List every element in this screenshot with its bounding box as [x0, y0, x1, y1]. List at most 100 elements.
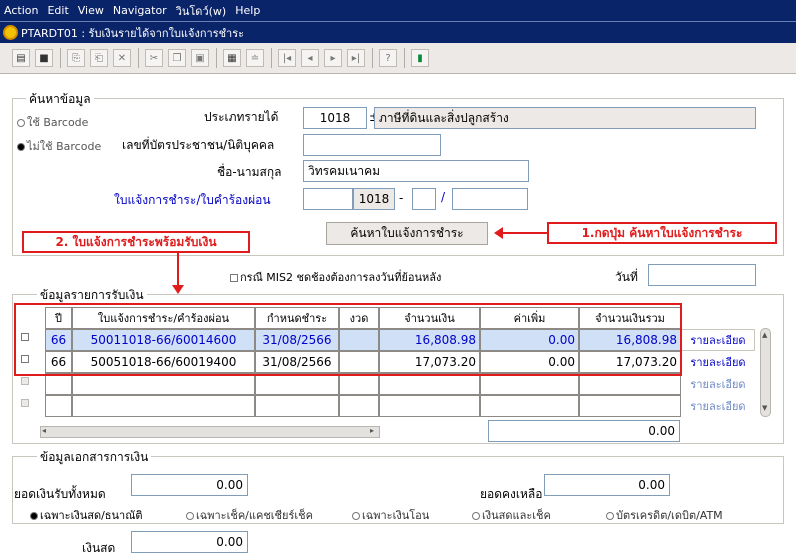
toolbar-separator [60, 48, 61, 68]
sum-total-field: 0.00 [488, 420, 680, 442]
radio-icon [472, 512, 480, 520]
mis2-checkbox[interactable]: กรณี MIS2 ชดช้องต้องการลงวันที่ย้อนหลัง [230, 268, 441, 286]
table-cell-due[interactable] [255, 395, 339, 417]
total-received-field: 0.00 [131, 474, 248, 496]
table-cell-total[interactable] [579, 373, 681, 395]
docs-legend: ข้อมูลเอกสารการเงิน [37, 448, 152, 467]
income-type-code-field[interactable]: 1018 [303, 107, 367, 129]
no-barcode-option[interactable]: ไม่ใช้ Barcode [17, 137, 101, 155]
next-record-icon[interactable]: ▸ [324, 49, 342, 67]
query-icon[interactable]: ▦ [223, 49, 241, 67]
table-cell-year[interactable] [45, 373, 72, 395]
scroll-left-icon[interactable]: ◂ [42, 426, 46, 435]
table-cell-due[interactable] [255, 373, 339, 395]
pay-option-cheque[interactable]: เฉพาะเช็ค/แคชเชียร์เช็ค [186, 506, 313, 524]
detail-button[interactable]: รายละเอียด [681, 373, 755, 395]
pay-option-label: เฉพาะเงินโอน [362, 509, 430, 522]
paste-record-icon[interactable]: ⎗ [90, 49, 108, 67]
menu-action[interactable]: Action [4, 4, 38, 17]
save-icon[interactable]: ■ [35, 49, 53, 67]
notice-field-part3[interactable] [412, 188, 436, 210]
balance-field: 0.00 [544, 474, 670, 496]
table-cell-notice[interactable] [72, 373, 255, 395]
menu-edit[interactable]: Edit [47, 4, 68, 17]
menu-help[interactable]: Help [235, 4, 260, 17]
table-cell-installment[interactable] [339, 395, 379, 417]
window-title-bar: PTARDT01 : รับเงินรายได้จากใบแจ้งการชำระ [0, 21, 796, 43]
menu-bar: Action Edit View Navigator วินโดว์(w) He… [0, 0, 796, 21]
row-checkbox[interactable] [21, 377, 29, 385]
pay-option-label: เฉพาะเงินสด/ธนาณัติ [40, 509, 143, 522]
highlight-box [14, 303, 682, 376]
scroll-up-icon[interactable]: ▲ [762, 331, 767, 339]
step2-annotation: 2. ใบแจ้งการชำระพร้อมรับเงิน [22, 231, 250, 253]
toolbar-separator [216, 48, 217, 68]
pay-option-label: เงินสดและเช็ค [482, 509, 551, 522]
toolbar-separator [372, 48, 373, 68]
name-field[interactable]: วิทรคมเนาคม [303, 160, 529, 182]
notice-slash: / [441, 190, 446, 204]
scroll-right-icon[interactable]: ▸ [370, 426, 374, 435]
paste-icon[interactable]: ▣ [191, 49, 209, 67]
date-field[interactable] [648, 264, 756, 286]
cut-icon[interactable]: ✂ [145, 49, 163, 67]
table-cell-year[interactable] [45, 395, 72, 417]
toolbar-separator [271, 48, 272, 68]
search-legend: ค้นหาข้อมูล [26, 90, 94, 109]
radio-icon [17, 119, 25, 127]
detail-button[interactable]: รายละเอียด [681, 395, 755, 417]
exit-icon[interactable]: ▮ [411, 49, 429, 67]
notice-field-part1[interactable] [303, 188, 353, 210]
notice-field-part4[interactable] [452, 188, 528, 210]
pay-option-label: บัตรเครดิต/เดบิต/ATM [616, 509, 723, 522]
pay-option-cash-cheque[interactable]: เงินสดและเช็ค [472, 506, 551, 524]
menu-view[interactable]: View [78, 4, 104, 17]
radio-selected-icon [30, 512, 38, 520]
radio-icon [606, 512, 614, 520]
detail-button[interactable]: รายละเอียด [681, 329, 755, 351]
table-cell-extra[interactable] [480, 395, 579, 417]
table-cell-amount[interactable] [379, 395, 480, 417]
use-barcode-option[interactable]: ใช้ Barcode [17, 113, 88, 131]
window-title: PTARDT01 : รับเงินรายได้จากใบแจ้งการชำระ [21, 26, 245, 40]
cash-field[interactable]: 0.00 [131, 531, 248, 553]
toolbar-separator [404, 48, 405, 68]
copy-record-icon[interactable]: ⎘ [67, 49, 85, 67]
new-record-icon[interactable]: ▤ [12, 49, 30, 67]
income-type-label: ประเภทรายได้ [204, 110, 279, 124]
search-notice-button[interactable]: ค้นหาใบแจ้งการชำระ [326, 222, 488, 245]
no-barcode-label: ไม่ใช้ Barcode [27, 140, 102, 153]
copy-icon[interactable]: ❐ [168, 49, 186, 67]
toolbar: ▤ ■ ⎘ ⎗ ✕ ✂ ❐ ▣ ▦ ≐ |◂ ◂ ▸ ▸| ? ▮ [0, 43, 796, 74]
detail-button[interactable]: รายละเอียด [681, 351, 755, 373]
id-field[interactable] [303, 134, 441, 156]
step2-arrowhead-icon [172, 285, 184, 294]
pay-option-cash[interactable]: เฉพาะเงินสด/ธนาณัติ [30, 506, 143, 524]
row-checkbox[interactable] [21, 399, 29, 407]
total-received-label: ยอดเงินรับทั้งหมด [14, 487, 106, 501]
radio-icon [352, 512, 360, 520]
table-cell-amount[interactable] [379, 373, 480, 395]
help-icon[interactable]: ? [379, 49, 397, 67]
notice-label: ใบแจ้งการชำระ/ใบคำร้องผ่อน [114, 193, 271, 207]
table-cell-installment[interactable] [339, 373, 379, 395]
pay-option-card[interactable]: บัตรเครดิต/เดบิต/ATM [606, 506, 723, 524]
pay-option-transfer[interactable]: เฉพาะเงินโอน [352, 506, 429, 524]
last-record-icon[interactable]: ▸| [347, 49, 365, 67]
table-cell-notice[interactable] [72, 395, 255, 417]
table-cell-extra[interactable] [480, 373, 579, 395]
menu-window[interactable]: วินโดว์(w) [176, 2, 227, 20]
prev-record-icon[interactable]: ◂ [301, 49, 319, 67]
execute-query-icon[interactable]: ≐ [246, 49, 264, 67]
scroll-down-icon[interactable]: ▼ [762, 404, 767, 412]
menu-navigator[interactable]: Navigator [113, 4, 167, 17]
use-barcode-label: ใช้ Barcode [27, 116, 89, 129]
delete-record-icon[interactable]: ✕ [113, 49, 131, 67]
horizontal-scrollbar[interactable] [40, 426, 380, 438]
checkbox-icon [230, 274, 238, 282]
balance-label: ยอดคงเหลือ [480, 487, 543, 501]
notice-field-part2: 1018 [353, 188, 395, 210]
table-cell-total[interactable] [579, 395, 681, 417]
step2-arrow [177, 253, 179, 286]
first-record-icon[interactable]: |◂ [278, 49, 296, 67]
